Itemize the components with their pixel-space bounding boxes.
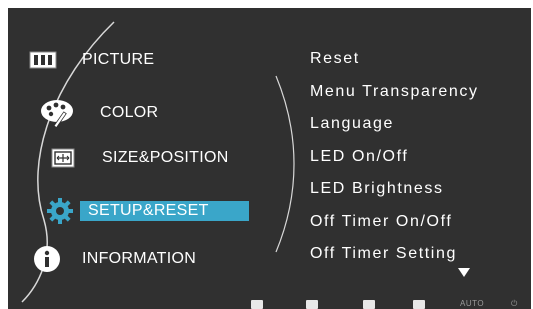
gear-icon [44, 196, 76, 226]
menu-label-picture: PICTURE [82, 51, 155, 68]
submenu-item-led-on-off[interactable]: LED On/Off [310, 146, 520, 179]
color-palette-icon [38, 96, 78, 130]
menu-label-information: INFORMATION [82, 250, 197, 267]
up-key-icon[interactable] [363, 300, 375, 309]
key-guide-bar: AUTO ⏻ [8, 298, 531, 309]
submenu-list: Reset Menu Transparency Language LED On/… [310, 48, 520, 276]
menu-label-color: COLOR [100, 104, 159, 121]
size-position-icon [50, 147, 76, 169]
menu-item-information[interactable]: INFORMATION [32, 244, 196, 274]
submenu-item-reset[interactable]: Reset [310, 48, 520, 81]
scroll-down-arrow-icon[interactable] [458, 268, 470, 277]
submenu-item-language[interactable]: Language [310, 113, 520, 146]
menu-item-setup-reset[interactable]: SETUP&RESET [44, 196, 249, 226]
menu-item-color[interactable]: COLOR [38, 96, 158, 130]
enter-key-icon[interactable] [413, 300, 425, 309]
menu-item-picture[interactable]: PICTURE [28, 50, 154, 70]
close-key-icon[interactable] [251, 300, 263, 309]
menu-label-setup-reset: SETUP&RESET [80, 201, 249, 221]
submenu-item-led-brightness[interactable]: LED Brightness [310, 178, 520, 211]
auto-key-label[interactable]: AUTO [460, 299, 484, 308]
menu-label-size-position: SIZE&POSITION [102, 149, 229, 166]
osd-menu: PICTURE COLOR SIZE&POSITION SETUP&RESET … [8, 8, 531, 309]
submenu-item-off-timer-setting[interactable]: Off Timer Setting [310, 243, 520, 276]
submenu-item-off-timer-on-off[interactable]: Off Timer On/Off [310, 211, 520, 244]
menu-item-size-position[interactable]: SIZE&POSITION [50, 147, 229, 169]
picture-icon [28, 50, 58, 70]
power-icon[interactable]: ⏻ [511, 299, 518, 309]
menu-divider-arc [275, 75, 295, 253]
info-icon [32, 244, 62, 274]
submenu-item-menu-transparency[interactable]: Menu Transparency [310, 81, 520, 114]
down-key-icon[interactable] [306, 300, 318, 309]
